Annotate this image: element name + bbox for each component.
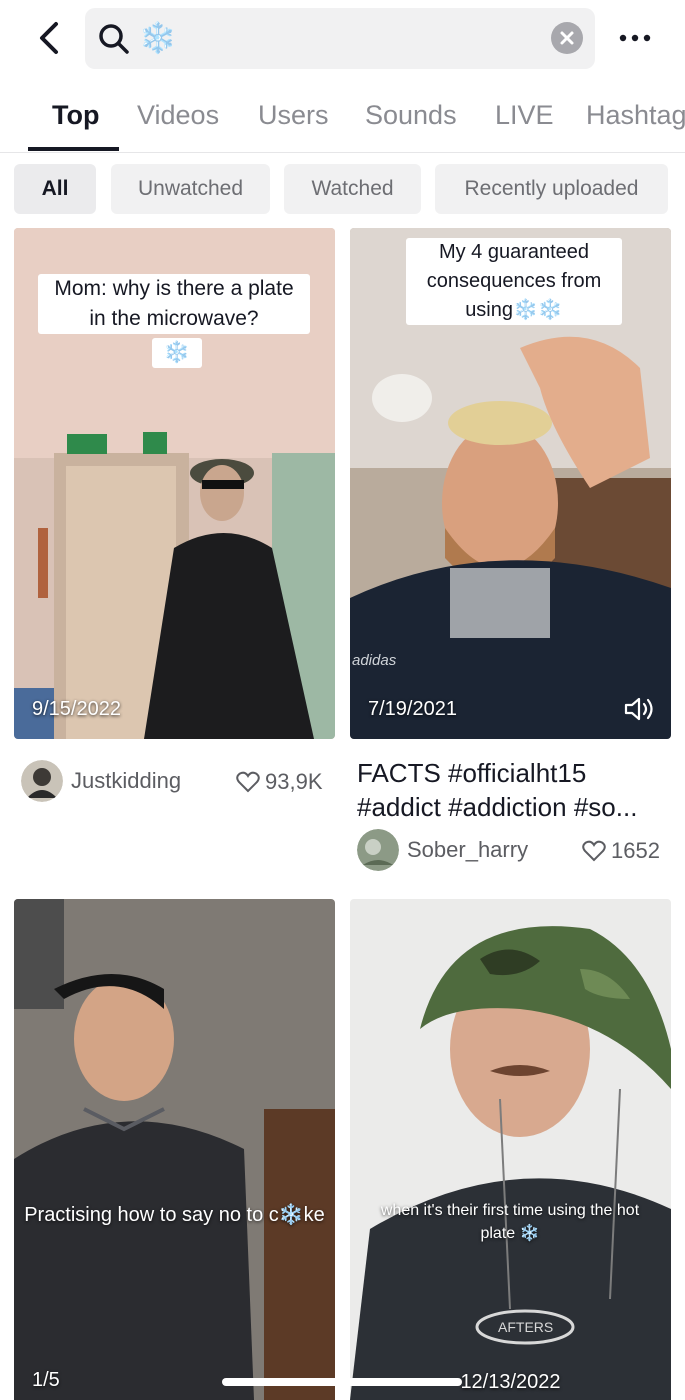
heart-icon: [582, 840, 606, 862]
author-name: Sober_harry: [407, 837, 529, 862]
search-tabs: Top Videos Users Sounds LIVE Hashtags: [0, 78, 685, 153]
author[interactable]: Sober_harry: [357, 829, 528, 871]
heart-icon: [236, 771, 260, 793]
more-options-icon[interactable]: [618, 26, 652, 50]
avatar: [357, 829, 399, 871]
snowflake-icon: ❄️❄️: [513, 299, 563, 321]
search-field[interactable]: ❄️: [85, 8, 595, 69]
video-caption: My 4 guaranteed consequences from using❄…: [406, 238, 622, 325]
tab-sounds[interactable]: Sounds: [365, 100, 457, 131]
top-bar: ❄️: [0, 0, 685, 78]
video-thumbnail: AFTERS: [350, 899, 671, 1400]
watermark-text: adidas: [352, 652, 397, 669]
tab-live[interactable]: LIVE: [495, 100, 554, 131]
like-count: 93,9K: [236, 769, 323, 795]
shirt-logo-text: AFTERS: [498, 1319, 553, 1335]
like-count: 1652: [582, 838, 660, 864]
tab-top[interactable]: Top: [52, 100, 99, 131]
tab-users[interactable]: Users: [258, 100, 329, 131]
filter-recently-uploaded[interactable]: Recently uploaded: [435, 164, 668, 214]
sound-icon[interactable]: [623, 695, 657, 723]
filter-all[interactable]: All: [14, 164, 96, 214]
back-icon[interactable]: [30, 16, 70, 60]
home-indicator: [222, 1378, 462, 1386]
active-tab-indicator: [28, 147, 119, 151]
avatar: [21, 760, 63, 802]
video-card[interactable]: AFTERS when it's their first time using …: [350, 899, 671, 1400]
video-caption: Mom: why is there a plate in the microwa…: [38, 274, 310, 334]
video-card[interactable]: adidas My 4 guaranteed consequences from…: [350, 228, 671, 739]
filter-watched[interactable]: Watched: [284, 164, 421, 214]
upload-date: 9/15/2022: [32, 698, 121, 720]
slide-counter: 1/5: [32, 1369, 60, 1391]
search-query[interactable]: ❄️: [139, 22, 176, 56]
video-card[interactable]: Practising how to say no to c❄️ke 1/5: [14, 899, 335, 1400]
video-card[interactable]: Mom: why is there a plate in the microwa…: [14, 228, 335, 739]
video-caption: when it's their first time using the hot…: [380, 1202, 640, 1242]
tab-hashtags[interactable]: Hashtags: [586, 100, 685, 131]
like-count-value: 1652: [611, 838, 660, 863]
upload-date: 7/19/2021: [368, 698, 457, 720]
tab-videos[interactable]: Videos: [137, 100, 219, 131]
video-description[interactable]: FACTS #officialht15 #addict #addiction #…: [357, 756, 669, 824]
author-name: Justkidding: [71, 768, 182, 793]
video-thumbnail: [14, 899, 335, 1400]
clear-search-icon[interactable]: [551, 22, 583, 54]
snowflake-icon: ❄️: [152, 338, 202, 368]
search-icon: [97, 22, 131, 56]
video-caption: Practising how to say no to c❄️ke: [24, 1204, 325, 1226]
author[interactable]: Justkidding: [21, 760, 181, 802]
like-count-value: 93,9K: [265, 769, 323, 794]
filter-unwatched[interactable]: Unwatched: [111, 164, 270, 214]
filter-chips: All Unwatched Watched Recently uploaded: [0, 164, 685, 216]
